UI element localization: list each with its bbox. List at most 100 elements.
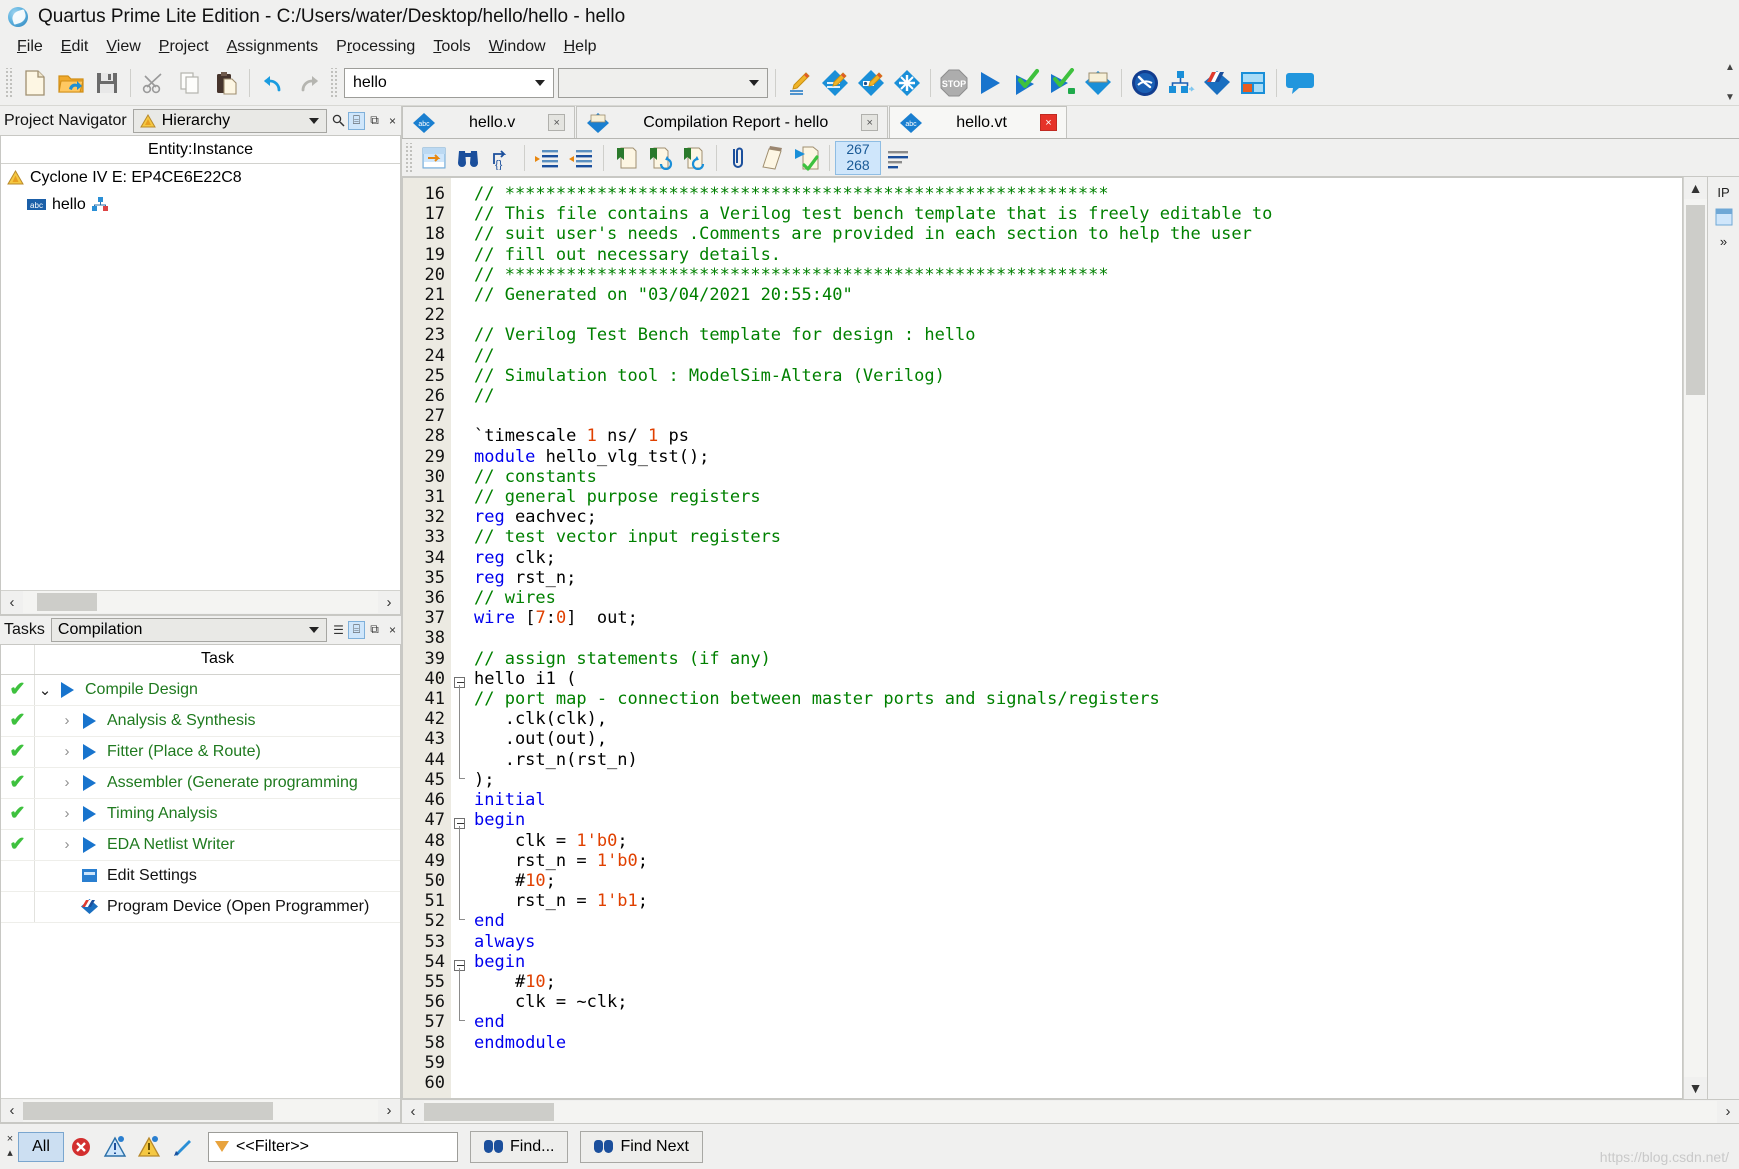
vscroll-thumb[interactable] <box>1686 205 1705 395</box>
decrease-indent-icon[interactable] <box>564 142 598 174</box>
goto-line-icon[interactable]: {} <box>485 142 519 174</box>
chevron-right-icon[interactable]: › <box>57 805 77 822</box>
hscroll-track[interactable] <box>23 1099 378 1122</box>
edit-pencil-icon[interactable] <box>781 65 817 101</box>
line-count-badge[interactable]: 267 268 <box>835 140 881 175</box>
assignment-editor-icon[interactable] <box>817 65 853 101</box>
messages-close-icon[interactable]: × ▴ <box>2 1133 18 1161</box>
close-icon[interactable]: × <box>1039 114 1057 131</box>
signal-tap-icon[interactable] <box>1235 65 1271 101</box>
menu-tools[interactable]: Tools <box>424 36 479 58</box>
find-button[interactable]: Find... <box>470 1130 569 1163</box>
task-row[interactable]: ✔ › EDA Netlist Writer <box>1 829 400 861</box>
pin-icon[interactable]: ⌸ <box>348 111 365 130</box>
code-folding-column[interactable] <box>451 178 468 1098</box>
hscroll-thumb[interactable] <box>23 1101 273 1120</box>
info-icon[interactable] <box>166 1130 200 1164</box>
menu-file[interactable]: File <box>8 36 52 58</box>
tasks-flow-selector[interactable]: Compilation <box>50 617 327 642</box>
run-task-icon[interactable] <box>55 681 79 698</box>
scroll-up-icon[interactable]: ▲ <box>1684 177 1707 199</box>
critical-warning-icon[interactable] <box>98 1130 132 1164</box>
task-row[interactable]: ✔ ⌄ Compile Design <box>1 674 400 706</box>
run-task-icon[interactable] <box>77 712 101 729</box>
toolbar-grip[interactable] <box>404 142 413 173</box>
start-compilation-icon[interactable] <box>972 65 1008 101</box>
compilation-report-icon[interactable] <box>1080 65 1116 101</box>
task-row[interactable]: ✔ › Timing Analysis <box>1 798 400 830</box>
scroll-right-icon[interactable]: › <box>378 1100 400 1122</box>
chevron-down-icon[interactable]: ⌄ <box>35 681 55 699</box>
hscroll-track[interactable] <box>424 1100 1717 1123</box>
toolbar-grip[interactable] <box>4 67 13 98</box>
find-next-button[interactable]: Find Next <box>580 1130 703 1163</box>
task-row[interactable]: Program Device (Open Programmer) <box>1 891 400 923</box>
chevron-right-icon[interactable]: › <box>57 743 77 760</box>
close-icon[interactable]: × <box>548 114 566 131</box>
search-icon[interactable] <box>330 112 347 130</box>
chevron-right-icon[interactable]: › <box>57 836 77 853</box>
paste-icon[interactable] <box>208 65 244 101</box>
editor-vscrollbar[interactable]: ▲ ▼ <box>1683 177 1707 1099</box>
menu-project[interactable]: Project <box>150 36 218 58</box>
tasks-hscrollbar[interactable]: ‹ › <box>1 1098 400 1122</box>
hscroll-thumb[interactable] <box>424 1102 554 1121</box>
stop-icon[interactable]: STOP <box>936 65 972 101</box>
menu-processing[interactable]: Processing <box>327 36 424 58</box>
tab-hello-v[interactable]: abc hello.v × <box>402 106 576 138</box>
hierarchy-row-device[interactable]: Cyclone IV E: EP4CE6E22C8 <box>1 164 400 191</box>
task-row[interactable]: ✔ › Assembler (Generate programming <box>1 767 400 799</box>
cut-scissors-icon[interactable] <box>136 65 172 101</box>
message-filter-input[interactable]: <<Filter>> <box>208 1131 458 1162</box>
toolbar-overflow-arrows[interactable]: ▲ ▼ <box>1721 60 1739 105</box>
netlist-viewer-icon[interactable] <box>1163 65 1199 101</box>
tab-hello-vt[interactable]: abc hello.vt × <box>889 106 1067 138</box>
hierarchy-view-selector[interactable]: Hierarchy <box>132 108 327 133</box>
chevron-right-icon[interactable]: › <box>57 774 77 791</box>
bookmark-toggle-icon[interactable] <box>609 142 643 174</box>
close-icon[interactable]: × <box>384 621 401 639</box>
copy-icon[interactable] <box>172 65 208 101</box>
hscroll-track[interactable] <box>23 591 378 613</box>
scroll-left-icon[interactable]: ‹ <box>402 1101 424 1123</box>
editor-hscrollbar[interactable]: ‹ › <box>402 1099 1739 1123</box>
list-icon[interactable]: ☰ <box>330 621 347 639</box>
hscroll-thumb[interactable] <box>37 593 97 611</box>
programmer-small-icon[interactable] <box>77 898 101 915</box>
warning-icon[interactable] <box>132 1130 166 1164</box>
run-task-icon[interactable] <box>77 805 101 822</box>
line-numbers-icon[interactable] <box>881 142 915 174</box>
undock-icon[interactable]: ⧉ <box>366 112 383 130</box>
expand-icon[interactable]: » <box>1720 230 1727 253</box>
help-bubble-icon[interactable] <box>1282 65 1318 101</box>
revision-selector[interactable] <box>558 67 768 98</box>
code-editor[interactable]: 16 17 18 19 20 21 22 23 24 25 26 27 28 2… <box>402 177 1683 1099</box>
pin-icon[interactable]: ⌸ <box>348 620 365 639</box>
scroll-right-icon[interactable]: › <box>378 591 400 613</box>
task-row[interactable]: Edit Settings <box>1 860 400 892</box>
menu-edit[interactable]: Edit <box>52 36 98 58</box>
run-check-icon[interactable] <box>790 142 824 174</box>
bookmark-prev-icon[interactable] <box>677 142 711 174</box>
uncomment-icon[interactable] <box>756 142 790 174</box>
toolbar-grip[interactable] <box>329 67 338 98</box>
scroll-left-icon[interactable]: ‹ <box>1 1100 23 1122</box>
increase-indent-icon[interactable] <box>530 142 564 174</box>
start-analysis-synthesis-icon[interactable] <box>1008 65 1044 101</box>
menu-assignments[interactable]: Assignments <box>218 36 328 58</box>
run-task-icon[interactable] <box>77 743 101 760</box>
device-icon[interactable] <box>889 65 925 101</box>
task-row[interactable]: ✔ › Fitter (Place & Route) <box>1 736 400 768</box>
tab-compilation-report[interactable]: Compilation Report - hello × <box>576 106 889 138</box>
menu-help[interactable]: Help <box>555 36 606 58</box>
redo-icon[interactable] <box>291 65 327 101</box>
error-icon[interactable] <box>64 1130 98 1164</box>
new-file-icon[interactable] <box>17 65 53 101</box>
bookmark-next-icon[interactable] <box>643 142 677 174</box>
scroll-right-icon[interactable]: › <box>1717 1101 1739 1123</box>
undock-icon[interactable]: ⧉ <box>366 621 383 639</box>
insert-template-icon[interactable] <box>417 142 451 174</box>
hierarchy-row-entity[interactable]: abc hello <box>1 191 400 218</box>
run-task-icon[interactable] <box>77 836 101 853</box>
menu-window[interactable]: Window <box>480 36 555 58</box>
